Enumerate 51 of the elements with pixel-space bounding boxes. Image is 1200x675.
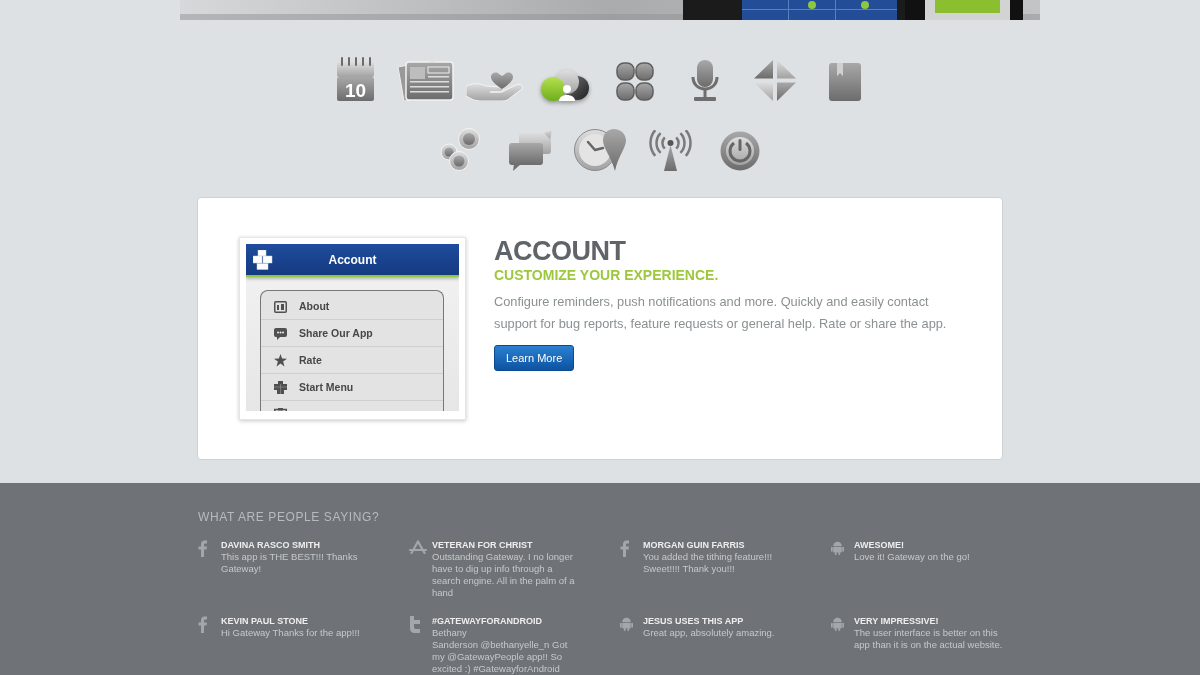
facebook-icon xyxy=(620,540,629,557)
menu-label: Share Our App xyxy=(299,327,373,339)
reviewer-name: KEVIN PAUL STONE xyxy=(221,615,310,627)
power-icon[interactable] xyxy=(720,131,760,171)
clock-pin-icon[interactable] xyxy=(573,128,627,171)
reviewer-name: JESUS USES THIS APP xyxy=(643,615,745,627)
menu-label: Start Menu xyxy=(299,381,354,393)
feature-subtitle: CUSTOMIZE YOUR EXPERIENCE. xyxy=(494,267,719,283)
learn-more-button[interactable]: Learn More xyxy=(494,345,575,371)
star-icon xyxy=(274,353,287,367)
facebook-icon xyxy=(198,540,207,557)
android-icon xyxy=(831,616,844,631)
blocks-logo-icon xyxy=(253,249,273,270)
reviewer-name: VETERAN FOR CHRIST xyxy=(432,539,534,551)
facebook-icon xyxy=(198,616,207,633)
review-text: Hi Gateway Thanks for the app!!! xyxy=(221,627,361,639)
screen-title: Account xyxy=(328,252,377,267)
feature-description: Configure reminders, push notifications and more. Quickly and easily contact support for bug reports, feature requests or general help. Rate or share the app. xyxy=(494,293,948,333)
review-text: The user interface is better on this app than it is on the actual website. xyxy=(854,627,1004,651)
antenna-icon[interactable] xyxy=(646,130,694,171)
review-text: Love it! Gateway on the go! xyxy=(854,551,971,563)
feature-title: ACCOUNT xyxy=(494,237,626,265)
clover-icon[interactable] xyxy=(616,62,654,101)
chat-icon[interactable] xyxy=(508,130,552,171)
reviewer-name: AWESOME! xyxy=(854,539,905,551)
newspaper-icon[interactable] xyxy=(396,58,454,101)
hand-heart-icon[interactable] xyxy=(466,71,524,101)
review-text: You added the tithing feature!!! Sweet!!!! Thank you!!! xyxy=(643,551,774,575)
info-icon xyxy=(274,299,287,313)
people-icon[interactable] xyxy=(541,70,589,101)
four-triangles-icon[interactable] xyxy=(754,60,796,101)
review-text: Great app, absolutely amazing. xyxy=(643,627,776,639)
blocks-icon xyxy=(274,380,287,394)
menu-label: About xyxy=(299,300,330,312)
reviewer-name: MORGAN GUIN FARRIS xyxy=(643,539,746,551)
review-text: Bethany Sanderson @bethanyelle_n Got my @GatewayPeople app!! So excited :) #GatewayforAndroid xyxy=(432,627,569,675)
book-icon[interactable] xyxy=(829,63,861,101)
chat-icon xyxy=(274,326,287,340)
app-store-icon xyxy=(409,540,427,554)
reviewer-name: VERY IMPRESSIVE! xyxy=(854,615,940,627)
menu-label: Rate xyxy=(299,354,322,366)
review-text: This app is THE BEST!!! Thanks Gateway! xyxy=(221,551,359,575)
review-text: Outstanding Gateway. I no longer have to dig up info through a search engine. All in the palm of a hand xyxy=(432,551,576,599)
twitter-icon xyxy=(409,616,421,633)
android-icon xyxy=(831,540,844,555)
section-heading: WHAT ARE PEOPLE SAYING? xyxy=(198,511,381,524)
microphone-icon[interactable] xyxy=(690,60,720,101)
reviewer-name: #GATEWAYFORANDROID xyxy=(432,615,543,627)
bubbles-icon[interactable] xyxy=(440,128,480,171)
reviewer-name: DAVINA RASCO SMITH xyxy=(221,539,321,551)
android-icon xyxy=(620,616,633,631)
